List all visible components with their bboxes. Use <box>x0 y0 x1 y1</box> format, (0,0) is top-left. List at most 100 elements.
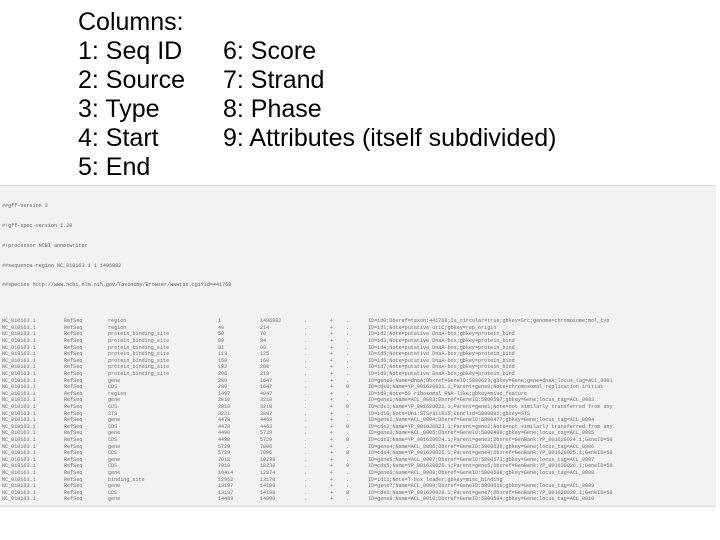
table-cell-attributes: ID=id5;Note=putative DnaA-box;gbkey=prot… <box>368 351 515 358</box>
table-row: NC_010163.1 RefSeq gene 10414 12874. +. ID=gen… <box>2 470 613 477</box>
table-cell-seqid: NC_010163.1 <box>2 483 36 490</box>
columns-legend-right: 6: Score 7: Strand 8: Phase 9: Attribute… <box>223 37 603 182</box>
table-cell-phase: . <box>346 443 350 450</box>
legend-item-7: 7: Strand <box>223 66 325 94</box>
table-cell-source: RefSeq <box>64 489 83 496</box>
table-cell-strand: + <box>330 331 334 338</box>
table-row: NC_010163.1 RefSeq region 1497 4047. +. ID=id9… <box>2 391 613 398</box>
table-cell-source: RefSeq <box>64 496 83 503</box>
gff-header-line: ##gff-version 3 <box>2 203 48 210</box>
table-row: NC_010163.1 RefSeq protein_binding_site 50 7… <box>2 331 613 338</box>
table-cell-score: . <box>304 469 308 476</box>
table-cell-strand: + <box>330 344 334 351</box>
table-cell-end: 1496882 <box>260 318 282 325</box>
table-cell-phase: . <box>346 496 350 503</box>
table-cell-start: 13197 <box>218 489 234 496</box>
table-cell-start: 150 <box>218 357 228 364</box>
table-cell-score: . <box>304 384 308 391</box>
gff-table: NC_010163.1 RefSeq region 1 1496882. +. ID=id0… <box>2 318 613 503</box>
table-cell-start: 1 <box>218 318 222 325</box>
table-cell-phase: 0 <box>346 423 350 430</box>
table-row: NC_010163.1 RefSeq STS 3221 3807. +. ID=id10;N… <box>2 411 613 418</box>
table-cell-end: 94 <box>260 338 267 345</box>
table-cell-seqid: NC_010163.1 <box>2 410 36 417</box>
table-cell-start: 5729 <box>218 443 231 450</box>
table-cell-source: RefSeq <box>64 483 83 490</box>
table-cell-phase: . <box>346 351 350 358</box>
table-cell-type: protein_binding_site <box>108 351 170 358</box>
table-cell-type: gene <box>108 430 121 437</box>
table-cell-end: 7006 <box>260 450 273 457</box>
gff-file-screenshot: ##gff-version 3 #!gff-spec-version 1.20 … <box>0 185 716 507</box>
table-cell-attributes: ID=gene8;Name=ACL_0010;Dbxref=GeneID:580… <box>368 496 595 503</box>
table-cell-phase: . <box>346 331 350 338</box>
table-cell-strand: + <box>330 436 334 443</box>
table-cell-seqid: NC_010163.1 <box>2 443 36 450</box>
table-row: NC_010163.1 RefSeq gene 14489 14800. +. ID=gen… <box>2 496 613 503</box>
table-cell-seqid: NC_010163.1 <box>2 496 36 503</box>
table-cell-start: 3221 <box>218 410 231 417</box>
table-cell-attributes: ID=id3;Note=putative DnaA-box;gbkey=prot… <box>368 338 515 345</box>
table-cell-type: gene <box>108 483 121 490</box>
table-cell-attributes: ID=id10;Note=Uni:STS#311815;Conclid=5800… <box>368 410 531 417</box>
table-cell-end: 14189 <box>260 489 276 496</box>
table-cell-attributes: ID=gene7;Name=ACL_0009;Dbxref=GeneID:580… <box>368 483 595 490</box>
table-cell-phase: . <box>346 318 350 325</box>
gff-header-line: #!gff-spec-version 1.20 <box>2 222 73 229</box>
table-cell-score: . <box>304 351 308 358</box>
table-cell-strand: + <box>330 410 334 417</box>
table-cell-type: protein_binding_site <box>108 364 170 371</box>
table-row: NC_010163.1 RefSeq gene 2010 3218. +. ID=gene1… <box>2 397 613 404</box>
table-cell-start: 91 <box>218 344 225 351</box>
table-cell-score: . <box>304 463 308 470</box>
table-cell-strand: + <box>330 338 334 345</box>
table-cell-phase: . <box>346 357 350 364</box>
table-cell-strand: + <box>330 324 334 331</box>
table-cell-source: RefSeq <box>64 390 83 397</box>
table-cell-strand: + <box>330 351 334 358</box>
table-cell-strand: + <box>330 357 334 364</box>
table-cell-attributes: ID=id0;Dbxref=taxon:441768;Is_circular=t… <box>368 318 610 325</box>
table-cell-start: 13197 <box>218 483 234 490</box>
table-cell-score: . <box>304 357 308 364</box>
table-cell-strand: + <box>330 384 334 391</box>
table-cell-end: 12874 <box>260 469 276 476</box>
table-row: NC_010163.1 RefSeq CDS 13197 14189. +0 ID=cds6… <box>2 490 613 497</box>
table-cell-attributes: ID=cds4;Name=YP_001620025.1;Parent=gene4… <box>368 450 613 457</box>
table-cell-start: 50 <box>218 331 225 338</box>
table-cell-start: 4490 <box>218 436 231 443</box>
table-row: NC_010163.1 RefSeq CDS 4478 4463. +0 ID=cds2;N… <box>2 424 613 431</box>
table-cell-end: 125 <box>260 351 270 358</box>
table-cell-score: . <box>304 377 308 384</box>
table-row: NC_010163.1 RefSeq protein_binding_site 91 9… <box>2 345 613 352</box>
table-cell-type: protein_binding_site <box>108 331 170 338</box>
table-cell-seqid: NC_010163.1 <box>2 338 36 345</box>
table-cell-end: 200 <box>260 364 270 371</box>
table-cell-start: 1497 <box>218 390 231 397</box>
table-cell-type: gene <box>108 417 121 424</box>
table-cell-strand: + <box>330 430 334 437</box>
table-row: NC_010163.1 RefSeq gene 5729 7006. +. ID=gene4… <box>2 444 613 451</box>
table-cell-attributes: ID=id2;Note=putative DnaA-box;gbkey=prot… <box>368 331 515 338</box>
table-cell-attributes: ID=cds6;Name=YP_001620028.1;Parent=gene7… <box>368 489 613 496</box>
table-cell-score: . <box>304 496 308 503</box>
table-cell-score: . <box>304 324 308 331</box>
table-cell-seqid: NC_010163.1 <box>2 351 36 358</box>
table-cell-strand: + <box>330 469 334 476</box>
table-cell-start: 12952 <box>218 476 234 483</box>
table-cell-seqid: NC_010163.1 <box>2 476 36 483</box>
table-cell-score: . <box>304 423 308 430</box>
table-cell-end: 3218 <box>260 404 273 410</box>
table-cell-source: RefSeq <box>64 469 83 476</box>
table-cell-start: 40 <box>218 324 225 331</box>
table-cell-phase: 0 <box>346 384 350 391</box>
table-cell-end: 160 <box>260 357 270 364</box>
table-cell-start: 14489 <box>218 496 234 503</box>
table-cell-phase: . <box>346 324 350 331</box>
table-cell-score: . <box>304 456 308 463</box>
table-cell-seqid: NC_010163.1 <box>2 489 36 496</box>
table-cell-score: . <box>304 371 308 378</box>
table-cell-strand: + <box>330 483 334 490</box>
table-cell-phase: 0 <box>346 463 350 470</box>
table-row: NC_010163.1 RefSeq binding_site 12952 13170.… <box>2 477 613 484</box>
